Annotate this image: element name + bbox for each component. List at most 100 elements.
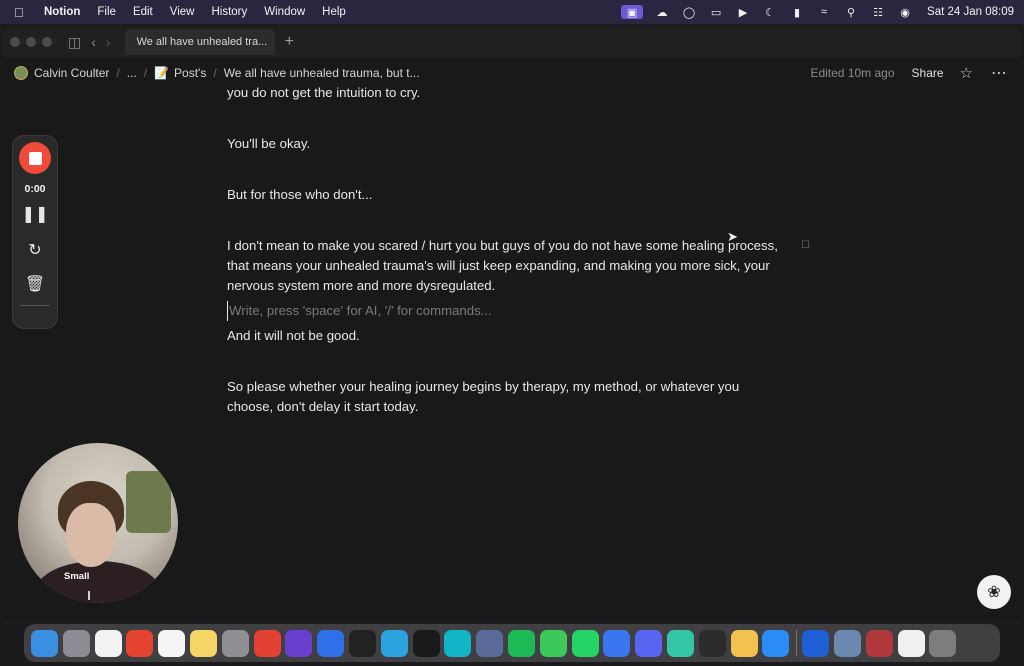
breadcrumb-page[interactable]: We all have unhealed trauma, but t... xyxy=(224,66,420,80)
trash-icon[interactable]: 🗑 xyxy=(25,275,45,295)
menu-window[interactable]: Window xyxy=(264,6,305,18)
recorder-divider xyxy=(20,305,50,306)
menu-edit[interactable]: Edit xyxy=(133,6,153,18)
minimize-window-button[interactable] xyxy=(26,37,36,47)
paragraph[interactable]: And it will not be good. xyxy=(227,326,360,346)
battery-icon[interactable]: ▮ xyxy=(789,5,805,19)
arc-icon[interactable] xyxy=(285,629,313,657)
menu-datetime[interactable]: Sat 24 Jan 08:09 xyxy=(927,6,1014,18)
messages-icon[interactable] xyxy=(539,629,567,657)
screen-record-icon[interactable]: ▣ xyxy=(621,5,644,19)
zoom-window-button[interactable] xyxy=(42,37,52,47)
clipper-icon[interactable] xyxy=(802,629,830,657)
forward-arrow-icon[interactable]: › xyxy=(106,34,111,50)
star-icon[interactable]: ☆ xyxy=(960,64,973,82)
memo-icon: 📝 xyxy=(154,66,170,80)
more-options-icon[interactable]: ⋯ xyxy=(991,63,1008,83)
restart-icon[interactable]: ↻ xyxy=(28,241,41,261)
todoist-icon[interactable] xyxy=(126,629,154,657)
tab-bar: ◫ ‹ › We all have unhealed tra... + xyxy=(2,27,1022,57)
new-tab-icon[interactable]: + xyxy=(285,33,294,51)
siri-icon[interactable]: ◉ xyxy=(897,5,913,19)
chatgpt-eye-icon[interactable] xyxy=(476,629,504,657)
window-controls xyxy=(10,37,58,47)
notes-icon[interactable] xyxy=(189,629,217,657)
chatgpt-icon[interactable] xyxy=(698,629,726,657)
telegram-icon[interactable] xyxy=(380,629,408,657)
launchpad-icon[interactable] xyxy=(62,629,90,657)
dictionary-icon[interactable] xyxy=(865,629,893,657)
control-center-icon[interactable]: ☷ xyxy=(870,5,886,19)
notion-icon[interactable] xyxy=(94,629,122,657)
system-settings-icon[interactable] xyxy=(221,629,249,657)
menu-view[interactable]: View xyxy=(170,6,195,18)
status-area: ▣ ☁ ◯ ▭ ▶ ☾ ▮ ≈ ⚲ ☷ ◉ Sat 24 Jan 08:09 xyxy=(610,5,1024,19)
paragraph[interactable]: You'll be okay. xyxy=(227,134,310,154)
menu-app-name[interactable]: Notion xyxy=(44,6,80,18)
voice-memos-icon[interactable] xyxy=(348,629,376,657)
menu-file[interactable]: File xyxy=(97,6,116,18)
perplexity-icon[interactable] xyxy=(317,629,345,657)
recording-controls: 0:00 ❚❚ ↻ 🗑 xyxy=(12,135,58,329)
display-icon[interactable]: ▭ xyxy=(708,5,724,19)
camera-size-label[interactable]: Small xyxy=(64,571,89,582)
whatsapp-icon[interactable] xyxy=(571,629,599,657)
preview-icon[interactable] xyxy=(833,629,861,657)
trash-icon[interactable] xyxy=(929,629,957,657)
share-button[interactable]: Share xyxy=(912,66,944,80)
clock-icon[interactable] xyxy=(897,629,925,657)
webcam-bubble[interactable] xyxy=(18,443,178,603)
close-window-button[interactable] xyxy=(10,37,20,47)
tab-current-page[interactable]: We all have unhealed tra... xyxy=(124,29,275,55)
timer-icon[interactable]: ◯ xyxy=(681,5,697,19)
empty-block-placeholder[interactable]: Write, press 'space' for AI, '/' for com… xyxy=(227,301,492,321)
presenter-face xyxy=(66,503,116,567)
paragraph[interactable]: you do not get the intuition to cry. xyxy=(227,83,420,103)
presenter-shirt xyxy=(36,561,160,603)
app-store-icon[interactable] xyxy=(762,629,790,657)
breadcrumb-separator: / xyxy=(143,66,148,80)
search-icon[interactable]: ⚲ xyxy=(843,5,859,19)
stop-recording-button[interactable] xyxy=(19,142,51,174)
workspace-avatar xyxy=(14,66,28,80)
breadcrumb-parent[interactable]: Post's xyxy=(174,66,206,80)
background-plant xyxy=(126,471,171,533)
cloud-icon[interactable]: ☁ xyxy=(654,5,670,19)
camera-resize-handle[interactable] xyxy=(88,591,90,600)
menu-help[interactable]: Help xyxy=(322,6,346,18)
stop-icon xyxy=(28,151,42,165)
mouse-cursor-icon: ➤ xyxy=(727,229,738,244)
menu-bar:  Notion File Edit View History Window H… xyxy=(0,0,1024,24)
spotify-icon[interactable] xyxy=(507,629,535,657)
canva-icon[interactable] xyxy=(444,629,472,657)
reminders-icon[interactable] xyxy=(158,629,186,657)
discord-icon[interactable] xyxy=(635,629,663,657)
paragraph[interactable]: So please whether your healing journey b… xyxy=(227,377,787,417)
edited-status: Edited 10m ago xyxy=(810,66,895,80)
signal-icon[interactable] xyxy=(603,629,631,657)
dock xyxy=(24,624,1000,662)
paragraph[interactable]: But for those who don't... xyxy=(227,185,372,205)
notion-ai-help-button[interactable]: ❀ xyxy=(977,575,1011,609)
capcut-icon[interactable] xyxy=(412,629,440,657)
page-header: Calvin Coulter / ... / 📝 Post's / We all… xyxy=(2,57,1022,89)
photos-icon[interactable] xyxy=(730,629,758,657)
paragraph[interactable]: I don't mean to make you scared / hurt y… xyxy=(227,236,787,296)
cursor-app-icon[interactable] xyxy=(666,629,694,657)
breadcrumb-separator: / xyxy=(116,66,120,80)
pause-icon[interactable]: ❚❚ xyxy=(22,205,49,225)
moon-icon[interactable]: ☾ xyxy=(762,5,778,19)
apple-icon[interactable]:  xyxy=(14,5,30,20)
play-icon[interactable]: ▶ xyxy=(735,5,751,19)
breadcrumb-ellipsis[interactable]: ... xyxy=(127,66,137,80)
finder-icon[interactable] xyxy=(31,629,58,657)
sidebar-toggle-icon[interactable]: ◫ xyxy=(68,34,81,51)
menu-history[interactable]: History xyxy=(211,6,247,18)
breadcrumb-separator: / xyxy=(213,66,217,80)
breadcrumb-workspace[interactable]: Calvin Coulter xyxy=(34,66,109,80)
wifi-icon[interactable]: ≈ xyxy=(816,5,832,19)
back-arrow-icon[interactable]: ‹ xyxy=(91,34,96,50)
recording-timer: 0:00 xyxy=(24,183,46,195)
comment-icon[interactable]: ☐ xyxy=(801,240,810,251)
chrome-icon[interactable] xyxy=(253,629,281,657)
